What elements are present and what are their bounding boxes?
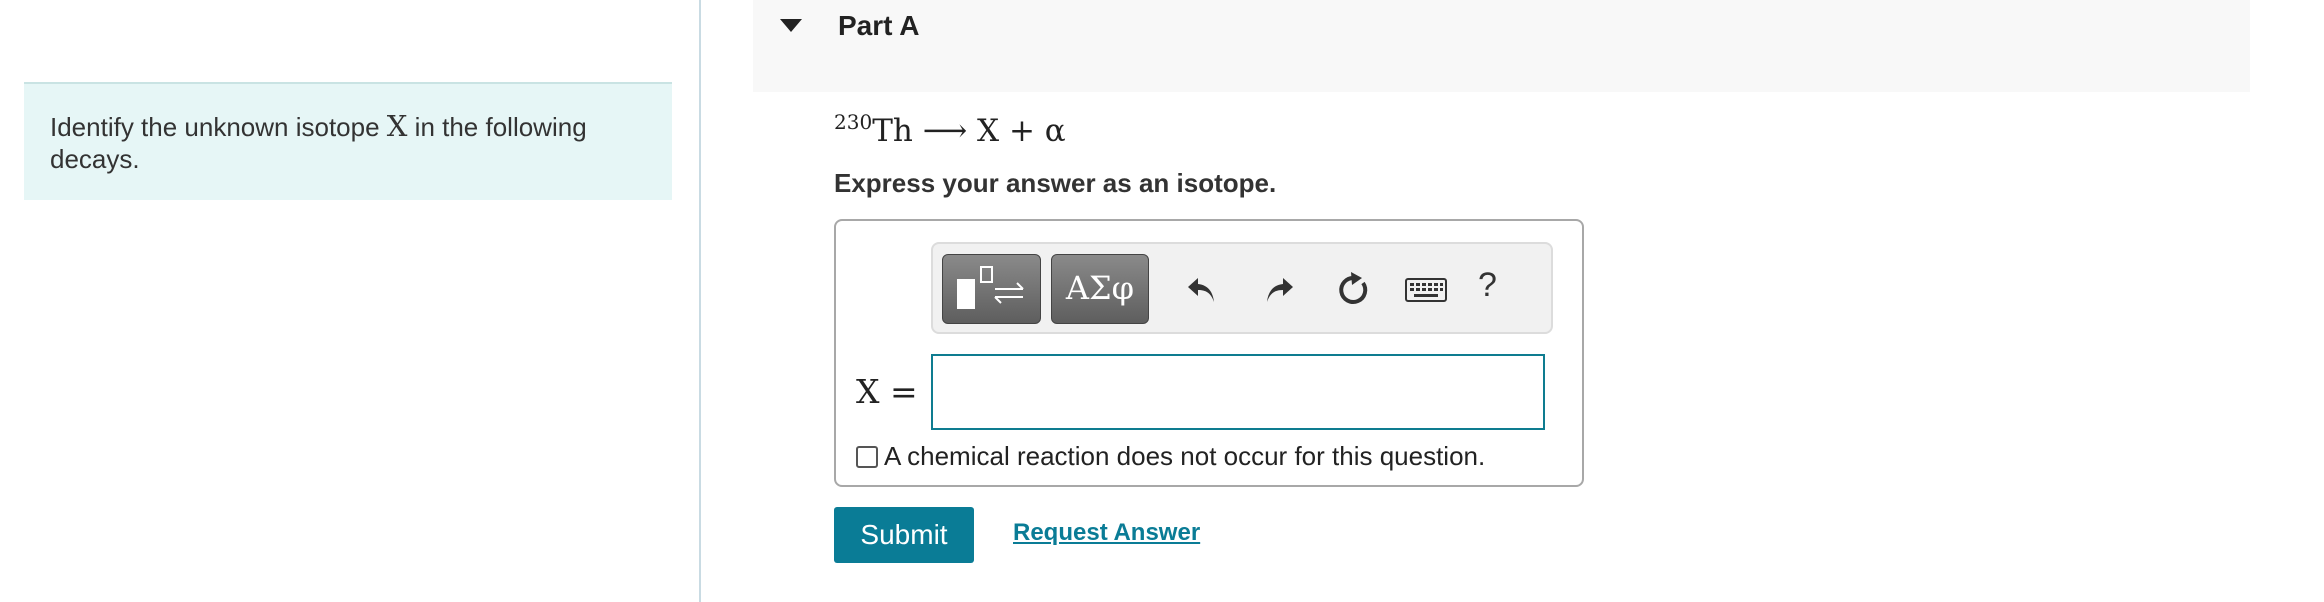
plus-sign: + bbox=[1008, 113, 1035, 149]
no-reaction-checkbox[interactable] bbox=[856, 445, 878, 468]
decay-equation: 230Th ⟶ X + α bbox=[834, 110, 1066, 149]
help-button[interactable]: ? bbox=[1478, 266, 1497, 305]
mass-number: 230 bbox=[834, 110, 873, 134]
problem-variable: X bbox=[386, 109, 408, 143]
reset-icon bbox=[1339, 272, 1368, 304]
no-reaction-option[interactable]: A chemical reaction does not occur for t… bbox=[856, 441, 1485, 472]
alpha-symbol: α bbox=[1044, 113, 1066, 149]
reaction-arrow: ⟶ bbox=[922, 113, 968, 149]
template-button[interactable] bbox=[942, 254, 1041, 324]
redo-button[interactable] bbox=[1257, 268, 1301, 312]
part-title: Part A bbox=[838, 10, 920, 41]
no-reaction-label: A chemical reaction does not occur for t… bbox=[884, 441, 1486, 471]
left-pane: Identify the unknown isotope X in the fo… bbox=[0, 0, 700, 602]
greek-symbols-button[interactable]: ΑΣφ bbox=[1051, 254, 1149, 324]
keyboard-button[interactable] bbox=[1402, 268, 1450, 312]
product-symbol: X bbox=[977, 113, 1000, 149]
instruction-text: Express your answer as an isotope. bbox=[834, 168, 1277, 198]
answer-input[interactable] bbox=[931, 354, 1545, 430]
template-icon bbox=[957, 266, 1024, 309]
request-answer-link[interactable]: Request Answer bbox=[1013, 519, 1200, 547]
problem-text-before: Identify the unknown isotope bbox=[50, 112, 387, 142]
undo-icon bbox=[1188, 278, 1214, 302]
answer-variable-label: X = bbox=[856, 372, 918, 411]
keyboard-icon bbox=[1405, 278, 1447, 302]
element-symbol: Th bbox=[872, 113, 913, 149]
redo-icon bbox=[1267, 278, 1293, 302]
part-header[interactable] bbox=[753, 0, 2250, 92]
collapse-caret-icon[interactable] bbox=[780, 19, 802, 32]
problem-statement: Identify the unknown isotope X in the fo… bbox=[24, 82, 672, 200]
submit-button[interactable]: Submit bbox=[834, 507, 974, 563]
undo-button[interactable] bbox=[1180, 268, 1224, 312]
pane-divider bbox=[699, 0, 701, 602]
reset-button[interactable] bbox=[1332, 268, 1376, 312]
